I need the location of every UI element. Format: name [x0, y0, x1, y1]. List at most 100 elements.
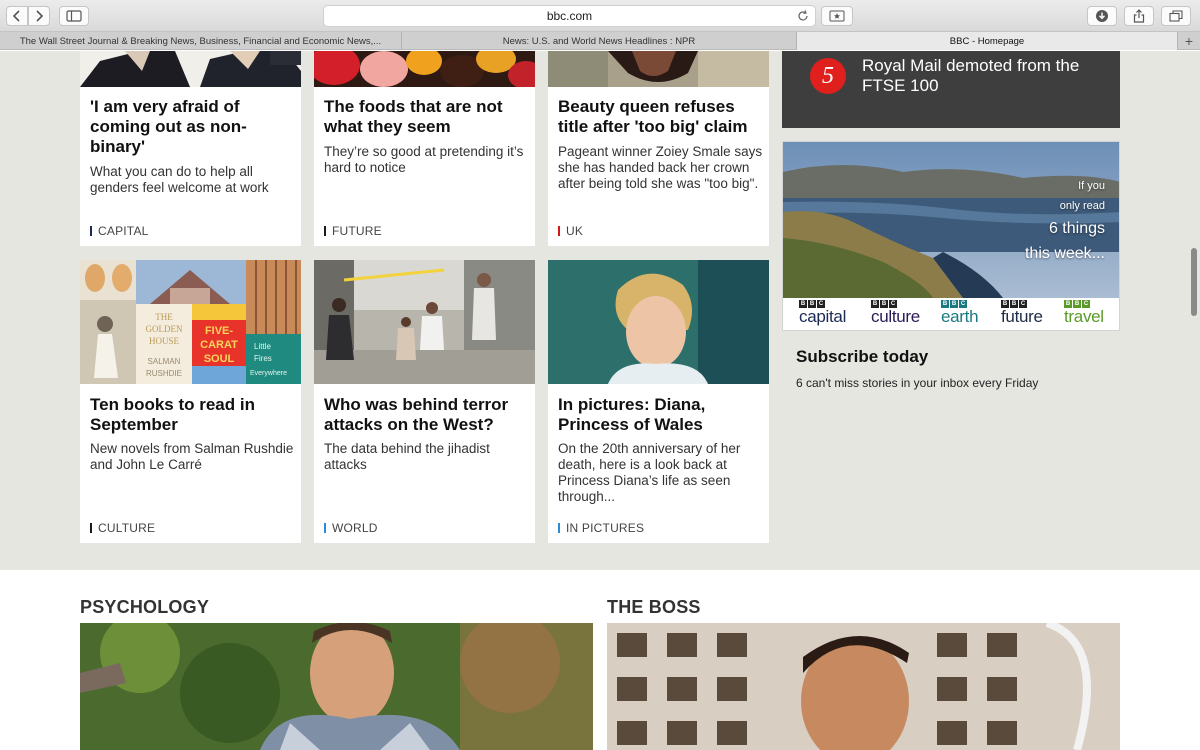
subscribe-title[interactable]: Subscribe today [796, 347, 928, 367]
tab-wsj[interactable]: The Wall Street Journal & Breaking News,… [0, 32, 402, 50]
story-card[interactable]: In pictures: Diana, Princess of Wales On… [548, 260, 769, 543]
book-cover-text: Fires [254, 354, 272, 363]
forward-button[interactable] [28, 6, 50, 26]
story-summary: What you can do to help all genders feel… [90, 164, 269, 195]
book-cover-text: GOLDEN [146, 324, 183, 334]
story-summary: They’re so good at pretending it’s hard … [324, 144, 524, 175]
book-cover-text: CARAT [200, 339, 238, 351]
category-label: CAPITAL [98, 224, 149, 238]
brand-name: culture [871, 307, 920, 326]
story-title[interactable]: Beauty queen refuses title after 'too bi… [558, 97, 763, 137]
category-marker [558, 523, 560, 533]
promo-banner[interactable]: If you only read 6 things this week... B… [782, 141, 1120, 331]
promo-line: 6 things [1048, 220, 1105, 237]
story-card[interactable]: Beauty queen refuses title after 'too bi… [548, 51, 769, 246]
brand-name: travel [1064, 307, 1104, 326]
story-title[interactable]: Who was behind terror attacks on the Wes… [324, 395, 529, 435]
promo-line: only read [1059, 200, 1105, 212]
browser-toolbar: bbc.com [0, 0, 1200, 32]
page-scrollbar[interactable] [1191, 248, 1197, 316]
story-card[interactable]: The foods that are not what they seem Th… [314, 51, 535, 246]
new-tab-button[interactable]: + [1178, 32, 1200, 50]
story-summary: New novels from Salman Rushdie and John … [90, 441, 294, 472]
story-category[interactable]: CULTURE [90, 521, 155, 535]
section-title-the-boss[interactable]: THE BOSS [607, 597, 701, 618]
category-label: CULTURE [98, 521, 156, 535]
brand-culture[interactable]: BBC culture [871, 300, 920, 326]
tab-npr[interactable]: News: U.S. and World News Headlines : NP… [402, 32, 797, 50]
story-card[interactable]: Who was behind terror attacks on the Wes… [314, 260, 535, 543]
rank-badge: 5 [810, 58, 846, 94]
story-title[interactable]: 'I am very afraid of coming out as non-b… [90, 97, 295, 157]
category-label: WORLD [332, 521, 378, 535]
sidebar-button[interactable] [59, 6, 89, 26]
story-image[interactable] [314, 260, 535, 384]
reload-icon[interactable] [797, 10, 809, 25]
story-category[interactable]: IN PICTURES [558, 521, 644, 535]
brand-capital[interactable]: BBC capital [799, 300, 846, 326]
share-icon [1133, 9, 1145, 23]
category-label: FUTURE [332, 224, 382, 238]
tabs-icon [1169, 10, 1183, 22]
category-marker [90, 523, 92, 533]
promo-line: If you [1078, 180, 1105, 192]
most-read-item[interactable]: 5 Royal Mail demoted from the FTSE 100 [782, 51, 1120, 128]
category-marker [324, 523, 326, 533]
book-cover-text: RUSHDIE [146, 369, 182, 378]
tab-bbc[interactable]: BBC - Homepage [797, 32, 1178, 50]
tabs-overview-button[interactable] [1161, 6, 1191, 26]
brand-name: earth [941, 307, 979, 326]
section-title-psychology[interactable]: PSYCHOLOGY [80, 597, 209, 618]
psychology-lead-image[interactable] [80, 623, 593, 750]
story-category[interactable]: CAPITAL [90, 224, 149, 238]
story-image[interactable] [314, 51, 535, 87]
address-bar[interactable]: bbc.com [323, 5, 816, 27]
brand-earth[interactable]: BBC earth [941, 300, 979, 326]
story-image[interactable] [548, 51, 769, 87]
category-marker [324, 226, 326, 236]
plus-icon: + [1184, 33, 1194, 49]
reader-button[interactable] [821, 6, 853, 26]
book-cover-text: FIVE- [205, 325, 233, 337]
chevron-right-icon [36, 10, 44, 22]
sidebar-icon [66, 10, 82, 22]
book-cover-text: HOUSE [149, 336, 180, 346]
tab-bar: The Wall Street Journal & Breaking News,… [0, 32, 1200, 50]
brand-name: future [1001, 307, 1043, 326]
share-button[interactable] [1124, 6, 1154, 26]
brand-travel[interactable]: BBC travel [1064, 300, 1104, 326]
bookmark-star-icon [829, 10, 845, 22]
back-button[interactable] [6, 6, 28, 26]
brand-name: capital [799, 307, 847, 326]
story-image[interactable] [80, 51, 301, 87]
book-cover-text: Little [254, 342, 271, 351]
brand-future[interactable]: BBC future [1001, 300, 1043, 326]
category-label: IN PICTURES [566, 521, 645, 535]
category-label: UK [566, 224, 584, 238]
story-category[interactable]: WORLD [324, 521, 378, 535]
story-card[interactable]: 'I am very afraid of coming out as non-b… [80, 51, 301, 246]
story-image[interactable] [548, 260, 769, 384]
story-category[interactable]: UK [558, 224, 583, 238]
story-summary: The data behind the jihadist attacks [324, 441, 490, 472]
story-summary: On the 20th anniversary of her death, he… [558, 441, 741, 504]
category-marker [558, 226, 560, 236]
story-card[interactable]: THE GOLDEN HOUSE SALMAN RUSHDIE FIVE- CA… [80, 260, 301, 543]
book-cover-text: Everywhere [250, 370, 287, 377]
story-title[interactable]: The foods that are not what they seem [324, 97, 529, 137]
bbc-brand-row: BBC capital BBC culture BBC earth BBC fu… [783, 298, 1119, 330]
story-title[interactable]: In pictures: Diana, Princess of Wales [558, 395, 763, 435]
download-icon [1096, 10, 1108, 22]
downloads-button[interactable] [1087, 6, 1117, 26]
story-category[interactable]: FUTURE [324, 224, 382, 238]
book-cover-text: THE [155, 312, 173, 322]
the-boss-lead-image[interactable] [607, 623, 1120, 750]
chevron-left-icon [12, 10, 20, 22]
category-marker [90, 226, 92, 236]
url-text: bbc.com [546, 9, 593, 23]
story-title[interactable]: Ten books to read in September [90, 395, 295, 435]
story-summary: Pageant winner Zoiey Smale says she has … [558, 144, 763, 191]
story-image[interactable]: THE GOLDEN HOUSE SALMAN RUSHDIE FIVE- CA… [80, 260, 301, 384]
book-cover-text: SOUL [204, 353, 235, 365]
most-read-headline[interactable]: Royal Mail demoted from the FTSE 100 [862, 56, 1102, 96]
